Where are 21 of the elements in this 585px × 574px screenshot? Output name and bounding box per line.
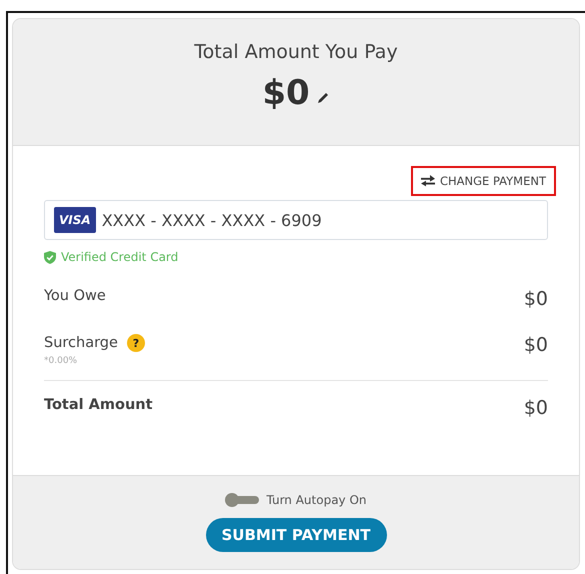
card-brand-logo: VISA — [54, 207, 96, 233]
submit-payment-button[interactable]: SUBMIT PAYMENT — [206, 518, 386, 552]
shield-check-icon — [44, 250, 56, 264]
card-number-field[interactable]: VISA XXXX - XXXX - XXXX - 6909 — [44, 200, 548, 240]
line-amount: $0 — [524, 288, 548, 310]
header-title: Total Amount You Pay — [194, 41, 398, 63]
line-label: Surcharge — [44, 335, 118, 351]
line-amount: $0 — [524, 334, 548, 356]
verified-label: Verified Credit Card — [61, 250, 178, 264]
change-payment-button[interactable]: CHANGE PAYMENT — [411, 166, 556, 196]
autopay-label: Turn Autopay On — [266, 493, 367, 507]
pencil-icon[interactable] — [316, 91, 330, 105]
total-amount: $0 — [262, 73, 310, 113]
swap-arrows-icon — [421, 175, 435, 187]
card-number: XXXX - XXXX - XXXX - 6909 — [102, 210, 322, 230]
line-amount: $0 — [524, 397, 548, 419]
autopay-toggle[interactable] — [225, 493, 260, 507]
surcharge-rate: *0.00% — [44, 356, 78, 366]
line-label: You Owe — [44, 288, 106, 304]
line-label: Total Amount — [44, 397, 153, 413]
help-icon[interactable]: ? — [126, 334, 145, 352]
